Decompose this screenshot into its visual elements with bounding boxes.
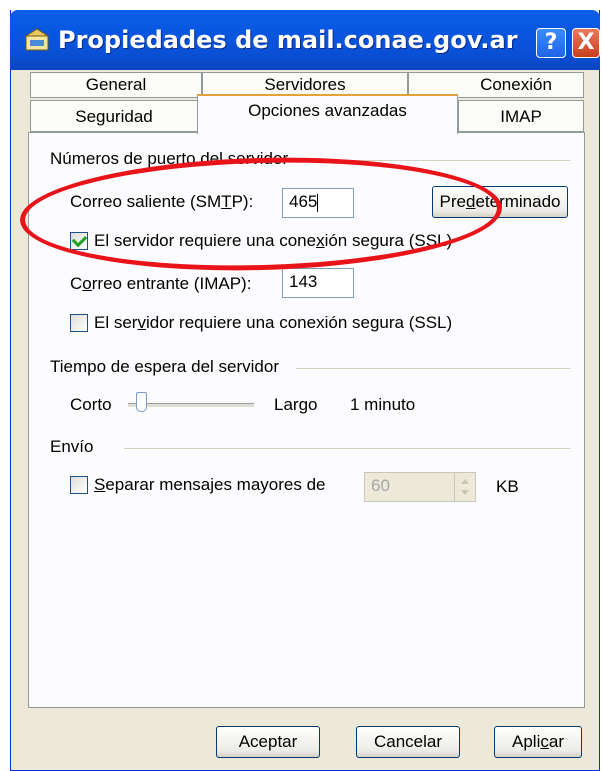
tab-label: IMAP xyxy=(500,107,542,126)
tab-label: Seguridad xyxy=(75,107,153,126)
title-bar[interactable]: Propiedades de mail.conae.gov.ar ? X xyxy=(10,10,600,70)
tab-panel xyxy=(28,132,585,708)
timeout-long-label: Largo xyxy=(274,395,318,414)
group-divider xyxy=(314,160,570,162)
sending-group-label: Envío xyxy=(50,437,94,456)
timeout-value-text: 1 minuto xyxy=(350,395,416,414)
split-size-unit: KB xyxy=(496,477,519,496)
mail-server-icon xyxy=(24,28,50,51)
tab-seguridad[interactable]: Seguridad xyxy=(30,100,198,132)
tab-label: Servidores xyxy=(264,75,346,94)
smtp-port-input[interactable]: 465 xyxy=(282,188,354,218)
imap-port-label: Correo entrante (IMAP): xyxy=(70,274,252,293)
imap-port-input[interactable]: 143 xyxy=(282,268,354,298)
timeout-short-label: Corto xyxy=(70,395,112,414)
tab-imap[interactable]: IMAP xyxy=(458,100,584,132)
timeout-slider-track[interactable] xyxy=(128,403,254,407)
smtp-ssl-label: El servidor requiere una conexión segura… xyxy=(94,231,453,250)
default-ports-button[interactable]: Predeterminado xyxy=(432,186,568,218)
timeout-group-label: Tiempo de espera del servidor xyxy=(50,357,279,376)
timeout-slider-thumb[interactable] xyxy=(135,392,147,412)
tab-general[interactable]: General xyxy=(30,72,202,98)
cancel-button[interactable]: Cancelar xyxy=(356,726,460,758)
apply-button[interactable]: Aplicar xyxy=(494,726,582,758)
imap-ssl-label: El servidor requiere una conexión segura… xyxy=(94,313,453,332)
split-size-spinner[interactable] xyxy=(454,472,476,502)
group-divider xyxy=(124,448,570,450)
spinner-arrows-icon xyxy=(461,479,469,495)
split-size-input[interactable]: 60 xyxy=(364,472,456,502)
split-messages-checkbox[interactable] xyxy=(70,476,88,494)
window-title: Propiedades de mail.conae.gov.ar xyxy=(58,26,518,54)
ports-group-label: Números de puerto del servidor xyxy=(50,149,289,168)
help-icon[interactable]: ? xyxy=(536,28,566,58)
split-messages-label: Separar mensajes mayores de xyxy=(94,475,326,494)
tab-label: General xyxy=(85,75,147,94)
smtp-ssl-checkbox[interactable] xyxy=(70,231,88,250)
imap-ssl-checkbox[interactable] xyxy=(70,314,88,332)
check-mark-icon xyxy=(71,231,88,248)
tab-opciones-avanzadas[interactable]: Opciones avanzadas xyxy=(197,94,458,134)
group-divider xyxy=(296,368,570,370)
tab-label: Opciones avanzadas xyxy=(248,101,407,120)
tab-label: Conexión xyxy=(480,75,552,94)
close-icon[interactable]: X xyxy=(572,28,600,58)
smtp-port-label: Correo saliente (SMTP): xyxy=(70,192,254,211)
accept-button[interactable]: Aceptar xyxy=(216,726,320,758)
